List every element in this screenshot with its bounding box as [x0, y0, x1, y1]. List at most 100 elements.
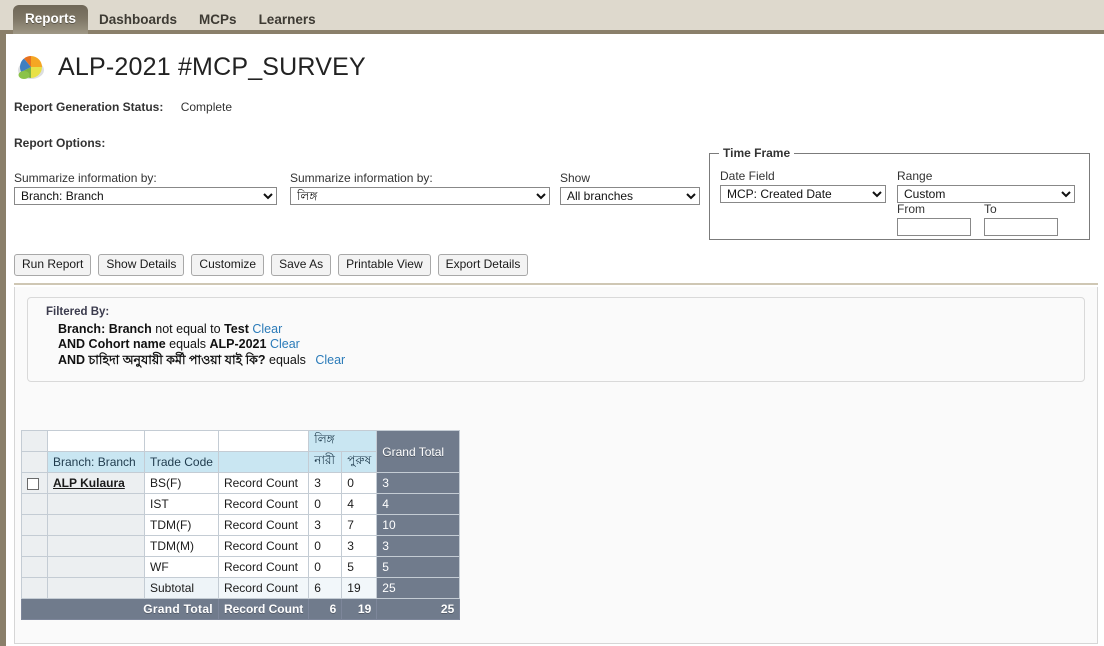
tab-list: Reports Dashboards MCPs Learners	[0, 0, 1104, 34]
row-4-male: 5	[341, 556, 378, 578]
tab-learners[interactable]: Learners	[248, 7, 327, 34]
table-row: IST Record Count 0 4 4	[21, 493, 461, 515]
to-date-input[interactable]	[984, 218, 1058, 236]
grand-total-female: 6	[308, 598, 343, 620]
row-4-measure: Record Count	[217, 556, 310, 578]
to-label: To	[984, 202, 997, 216]
row-3-male: 3	[341, 535, 378, 557]
range-select[interactable]: Custom	[897, 185, 1075, 203]
column-header-trade-code: Trade Code	[144, 451, 219, 473]
report-status-label: Report Generation Status:	[14, 100, 164, 114]
save-as-button[interactable]: Save As	[271, 254, 332, 276]
date-field-select[interactable]: MCP: Created Date	[720, 185, 886, 203]
row-3-branch	[47, 535, 145, 557]
report-status: Report Generation Status: Complete	[14, 100, 232, 114]
subtotal-measure: Record Count	[217, 577, 310, 599]
row-3-total: 3	[376, 535, 461, 557]
column-header-checkbox	[21, 451, 48, 473]
row-1-checkbox-cell	[21, 493, 48, 515]
filter-row-3: AND চাহিদা অনুযায়ী কর্মী পাওয়া যাই কি?…	[58, 352, 345, 372]
row-4-trade: WF	[144, 556, 219, 578]
column-header-measure	[217, 451, 310, 473]
column-header-female: নারী	[308, 451, 343, 473]
row-1-total: 4	[376, 493, 461, 515]
subtotal-row: Subtotal Record Count 6 19 25	[21, 577, 461, 599]
subtotal-female: 6	[308, 577, 343, 599]
table-row: TDM(M) Record Count 0 3 3	[21, 535, 461, 557]
filter-row-3-field: AND চাহিদা অনুযায়ী কর্মী পাওয়া যাই কি?	[58, 353, 266, 367]
summarize-by-2-group: Summarize information by: লিঙ্গ	[290, 171, 550, 205]
tab-mcps[interactable]: MCPs	[188, 7, 248, 34]
show-details-button[interactable]: Show Details	[98, 254, 185, 276]
customize-button[interactable]: Customize	[191, 254, 265, 276]
summarize-by-1-group: Summarize information by: Branch: Branch	[14, 171, 277, 205]
row-1-branch	[47, 493, 145, 515]
branch-link[interactable]: ALP Kulaura	[53, 476, 125, 490]
summarize-by-1-label: Summarize information by:	[14, 171, 157, 185]
filter-row-1-value: Test	[224, 322, 249, 336]
row-4-total: 5	[376, 556, 461, 578]
grand-total-male: 19	[341, 598, 378, 620]
row-4-checkbox-cell	[21, 556, 48, 578]
row-4-branch	[47, 556, 145, 578]
report-results-panel: Filtered By: Branch: Branch not equal to…	[14, 287, 1098, 644]
filter-row-1-operator: not equal to	[155, 322, 221, 336]
row-3-measure: Record Count	[217, 535, 310, 557]
column-header-branch: Branch: Branch	[47, 451, 145, 473]
column-header-male: পুরুষ	[341, 451, 378, 473]
row-2-measure: Record Count	[217, 514, 310, 536]
subtotal-male: 19	[341, 577, 378, 599]
row-2-trade: TDM(F)	[144, 514, 219, 536]
filter-row-3-operator: equals	[269, 353, 306, 367]
report-options-label: Report Options:	[14, 136, 106, 150]
section-divider	[14, 283, 1098, 285]
report-page: Reports Dashboards MCPs Learners ALP-202…	[0, 0, 1104, 646]
pie-chart-icon	[14, 51, 48, 83]
tab-dashboards[interactable]: Dashboards	[88, 7, 188, 34]
subtotal-total: 25	[376, 577, 461, 599]
date-field-group: Date Field MCP: Created Date	[720, 169, 886, 203]
row-0-trade: BS(F)	[144, 472, 219, 494]
row-3-checkbox-cell	[21, 535, 48, 557]
filter-row-1: Branch: Branch not equal to Test Clear	[58, 322, 282, 336]
summarize-by-2-select[interactable]: লিঙ্গ	[290, 187, 550, 205]
page-title: ALP-2021 #MCP_SURVEY	[58, 52, 366, 81]
range-group: Range Custom	[897, 169, 1075, 203]
row-0-male: 0	[341, 472, 378, 494]
run-report-button[interactable]: Run Report	[14, 254, 92, 276]
date-field-label: Date Field	[720, 169, 775, 183]
from-label: From	[897, 202, 925, 216]
show-select[interactable]: All branches	[560, 187, 700, 205]
table-group-header-row: লিঙ্গ Grand Total	[21, 430, 461, 473]
grand-total-row: Grand Total Record Count 6 19 25	[21, 598, 461, 620]
pivot-table: লিঙ্গ Grand Total Branch: Branch Trade C…	[21, 430, 461, 620]
filter-row-2-field: AND Cohort name	[58, 337, 166, 351]
row-3-trade: TDM(M)	[144, 535, 219, 557]
row-0-checkbox-cell[interactable]	[21, 472, 48, 494]
report-action-buttons: Run Report Show Details Customize Save A…	[14, 254, 529, 276]
subtotal-label: Subtotal	[144, 577, 219, 599]
row-4-female: 0	[308, 556, 343, 578]
grand-total-measure: Record Count	[217, 598, 310, 620]
filter-row-2-value: ALP-2021	[209, 337, 267, 351]
export-details-button[interactable]: Export Details	[437, 254, 529, 276]
row-0-female: 3	[308, 472, 343, 494]
from-date-input[interactable]	[897, 218, 971, 236]
summarize-by-1-select[interactable]: Branch: Branch	[14, 187, 277, 205]
row-checkbox[interactable]	[27, 477, 39, 490]
group-header-spacer-check	[21, 430, 48, 452]
tab-reports[interactable]: Reports	[13, 5, 89, 34]
row-1-female: 0	[308, 493, 343, 515]
summarize-by-2-label: Summarize information by:	[290, 171, 433, 185]
row-1-measure: Record Count	[217, 493, 310, 515]
filter-row-2-clear-link[interactable]: Clear	[270, 337, 300, 351]
filter-row-3-clear-link[interactable]: Clear	[315, 353, 345, 367]
row-3-female: 0	[308, 535, 343, 557]
filter-row-1-field: Branch: Branch	[58, 322, 152, 336]
filter-row-1-clear-link[interactable]: Clear	[252, 322, 282, 336]
top-tab-bar: Reports Dashboards MCPs Learners	[0, 0, 1104, 34]
printable-view-button[interactable]: Printable View	[338, 254, 431, 276]
row-2-branch	[47, 514, 145, 536]
group-header-spacer-measure	[217, 430, 310, 452]
filtered-by-title: Filtered By:	[46, 306, 110, 318]
